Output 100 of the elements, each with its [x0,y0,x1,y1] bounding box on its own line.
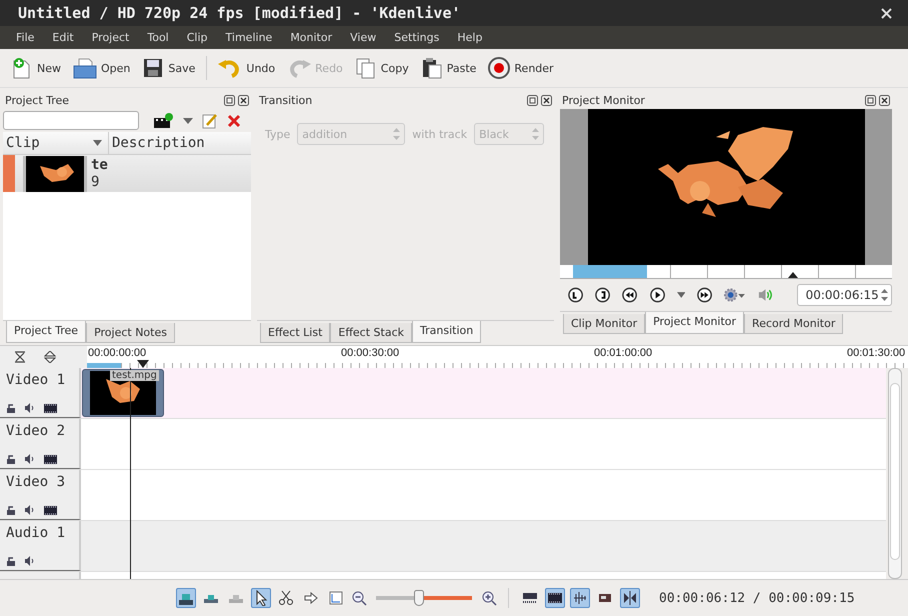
edit-icon[interactable] [202,112,218,128]
menu-item[interactable]: Monitor [282,31,342,44]
lock-icon[interactable] [6,454,16,464]
panel-title: Project Monitor [562,94,645,106]
track-header[interactable]: Video 2 [0,419,81,469]
track-header[interactable]: Audio 1 [0,521,81,571]
float-icon[interactable] [224,94,235,106]
close-icon[interactable] [879,94,890,106]
track-label: with track [412,128,468,140]
film-strip-icon [522,590,538,606]
set-out-point-icon[interactable] [595,287,610,303]
frames-button[interactable] [545,588,565,608]
spinner-arrows-icon [393,128,400,140]
film-icon[interactable] [44,506,57,514]
spinner-arrows-icon[interactable] [881,289,891,301]
clip-duration: 9 [91,174,100,190]
lock-icon[interactable] [6,505,16,515]
dropdown-arrow-icon[interactable] [676,292,686,298]
track-header[interactable]: Video 3 [0,470,81,520]
normal-mode-button[interactable] [176,588,196,608]
speaker-icon[interactable] [24,454,36,464]
window-title: Untitled / HD 720p 24 fps [modified] - 'Kdenlive' [18,4,461,22]
close-icon[interactable] [541,94,552,106]
menu-item[interactable]: Timeline [218,31,282,44]
dropdown-arrow-icon[interactable] [183,118,193,124]
record-icon [488,57,510,79]
timeline-clip[interactable]: test.mpg [82,369,164,417]
film-icon [547,590,563,606]
play-icon[interactable] [650,287,665,303]
track-lane[interactable]: test.mpg [81,368,886,418]
menu-item[interactable]: Tool [139,31,179,44]
snap-button[interactable] [620,588,640,608]
speaker-icon[interactable] [24,556,36,566]
redo-icon [287,58,312,78]
speaker-icon[interactable] [24,403,36,413]
film-icon[interactable] [44,454,57,464]
add-clip-icon[interactable] [154,112,174,128]
panel-tab[interactable]: Record Monitor [744,314,844,334]
paste-button[interactable]: Paste [418,55,480,81]
clip-label: test.mpg [110,370,159,381]
type-label: Type [265,128,290,140]
close-icon[interactable] [238,94,249,106]
timecode-field[interactable]: 00:00:06:15 [796,284,892,306]
playhead-icon[interactable] [788,272,798,278]
set-in-point-icon[interactable] [568,287,584,303]
panel-tab[interactable]: Project Monitor [645,312,744,334]
rewind-icon[interactable] [622,287,638,303]
track-name: Audio 1 [6,525,66,541]
ruler-label: 00:01:00:00 [594,347,652,359]
menu-item[interactable]: Edit [44,31,84,44]
zoom-in-icon[interactable] [481,590,497,606]
fast-forward-icon[interactable] [697,287,712,303]
speaker-icon[interactable] [24,505,36,515]
menu-item[interactable]: File [8,31,44,44]
render-button[interactable]: Render [485,55,557,81]
panel-tab[interactable]: Project Notes [86,323,175,343]
panel-tab[interactable]: Clip Monitor [563,314,646,334]
float-icon[interactable] [527,94,538,106]
undo-button[interactable]: Undo [215,56,278,80]
zoom-slider[interactable] [376,590,472,606]
column-header[interactable]: Clip [3,132,109,154]
folder-icon [73,57,97,79]
zoom-out-icon[interactable] [351,590,367,606]
track-name: Video 3 [6,474,66,490]
panel-title: Transition [259,94,312,106]
column-header[interactable]: Description [109,132,205,154]
menu-item[interactable]: Clip [178,31,218,44]
lock-icon[interactable] [6,556,16,566]
settings-icon[interactable] [724,287,746,303]
audio-thumbs-button[interactable] [570,588,590,608]
ruler-label: 00:00:30:00 [341,347,400,359]
menu-item[interactable]: View [342,31,386,44]
track-name: Video 1 [6,372,66,388]
menu-item[interactable]: Project [84,31,140,44]
clip-row[interactable]: te 9 [3,155,251,192]
select-mode-button[interactable] [251,588,271,608]
fit-icon [328,590,344,606]
track-header[interactable]: Video 1 [0,368,81,418]
ruler-label: 00:00:00:00 [88,347,146,359]
sort-arrow-icon[interactable] [93,140,102,146]
float-icon[interactable] [865,94,876,106]
panel-tab[interactable]: Project Tree [6,321,86,343]
save-button[interactable]: Save [139,55,198,81]
expand-icon[interactable] [44,351,56,363]
vertical-scrollbar[interactable] [888,368,902,579]
arrow-icon [303,590,319,606]
menu-item[interactable]: Settings [386,31,450,44]
film-icon[interactable] [44,404,57,412]
collapse-icon[interactable] [14,351,26,363]
delete-icon[interactable] [227,114,241,128]
search-field[interactable] [3,111,139,130]
spinner-arrows-icon [532,128,540,140]
menu-item[interactable]: Help [449,31,492,44]
lock-icon[interactable] [6,403,16,413]
razor-mode-button[interactable] [276,588,296,608]
new-button[interactable]: New [8,55,64,81]
open-button[interactable]: Open [70,55,134,81]
copy-button[interactable]: Copy [352,55,412,81]
clipboard-icon [420,57,443,79]
time-ruler[interactable]: 00:00:00:00 00:00:30:00 00:01:00:00 00:01:30:00 [87,346,908,368]
